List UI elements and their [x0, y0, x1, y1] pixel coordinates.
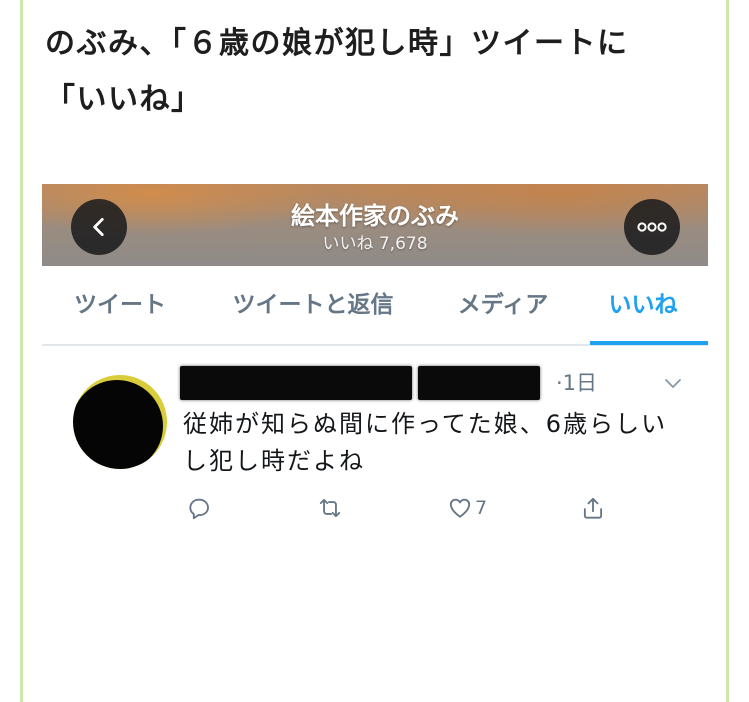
redacted-username: [418, 366, 540, 400]
share-icon[interactable]: [580, 495, 606, 521]
frame-right-border: [726, 0, 729, 702]
profile-title: 絵本作家のぶみ: [291, 202, 459, 230]
avatar-redaction: [73, 380, 163, 469]
heart-icon[interactable]: [447, 495, 473, 521]
tweet-text-line2: し犯し時だよね: [183, 447, 365, 475]
article-headline-line2: 「いいね」: [45, 82, 203, 117]
more-button[interactable]: [624, 199, 680, 255]
retweet-icon[interactable]: [317, 495, 343, 521]
more-dots-icon: [637, 222, 667, 232]
tab-tweets-and-replies[interactable]: ツイートと返信: [233, 290, 394, 320]
reply-icon[interactable]: [186, 495, 212, 521]
profile-likes-count: いいね 7,678: [322, 234, 428, 254]
tweet-text-line1: 従姉が知らぬ間に作ってた娘、6歳らしい: [183, 410, 668, 438]
tab-media[interactable]: メディア: [458, 290, 548, 320]
tab-likes[interactable]: いいね: [609, 290, 678, 320]
redacted-display-name: [180, 366, 412, 400]
embedded-screenshot: 絵本作家のぶみ いいね 7,678 ツイート ツイートと返信 メディア いいね …: [42, 184, 708, 574]
tweet-timestamp[interactable]: ·1日: [556, 369, 597, 397]
avatar[interactable]: [73, 375, 167, 469]
article-headline-line1: のぶみ、「６歳の娘が犯し時」ツイートに: [45, 26, 629, 61]
chevron-down-icon[interactable]: [662, 372, 684, 394]
frame-left-border: [20, 0, 23, 702]
profile-header: 絵本作家のぶみ いいね 7,678: [42, 184, 708, 266]
like-count: 7: [475, 497, 488, 519]
active-tab-indicator: [590, 341, 708, 345]
tab-tweets[interactable]: ツイート: [74, 290, 166, 320]
